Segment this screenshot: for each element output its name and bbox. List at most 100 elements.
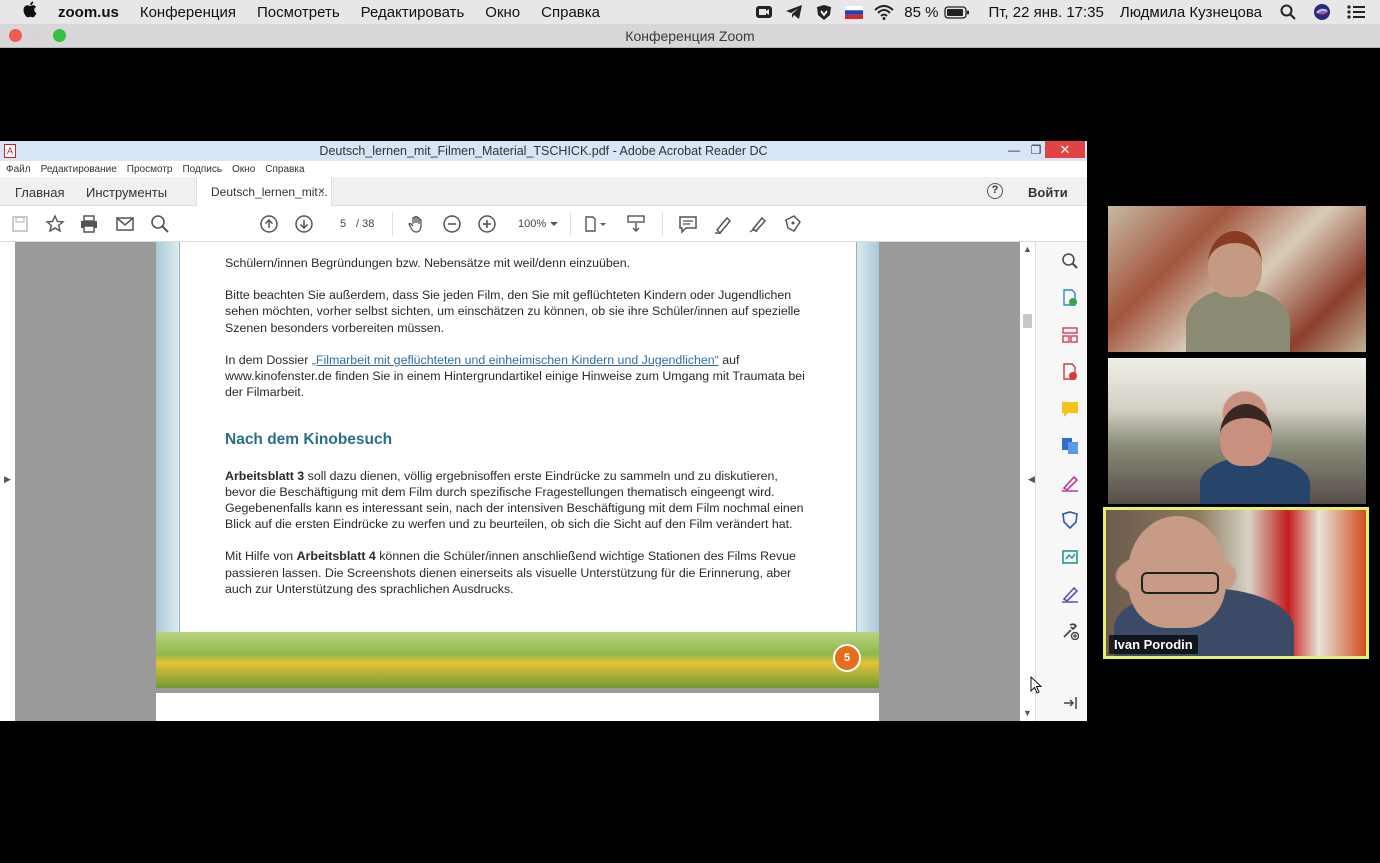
page-total-label: / 38 [356, 218, 375, 230]
telegram-icon[interactable] [784, 4, 804, 20]
menu-edit[interactable]: Редактировать [361, 4, 465, 21]
siri-icon[interactable] [1312, 4, 1332, 20]
help-icon[interactable]: ? [987, 183, 1003, 199]
paragraph: Arbeitsblatt 3 soll dazu dienen, völlig … [225, 468, 810, 533]
scroll-mode-icon[interactable] [626, 214, 646, 234]
wheat-field-footer [156, 632, 879, 688]
menu-help[interactable]: Справка [541, 4, 600, 21]
acrobat-menu-help[interactable]: Справка [265, 164, 304, 175]
hand-tool-icon[interactable] [407, 214, 427, 234]
signature-icon[interactable] [1060, 584, 1080, 604]
menu-view[interactable]: Посмотреть [257, 4, 340, 21]
app-menu-zoom[interactable]: zoom.us [58, 4, 119, 21]
menu-conference[interactable]: Конференция [140, 4, 236, 21]
toolbar-divider [570, 212, 571, 236]
zoom-out-icon[interactable] [442, 214, 462, 234]
highlight-pen-icon[interactable] [713, 214, 733, 234]
participant-face [1208, 231, 1262, 297]
fill-sign-icon[interactable] [1060, 473, 1080, 493]
comment-tool-icon[interactable] [1060, 399, 1080, 419]
acrobat-menu-view[interactable]: Просмотр [127, 164, 173, 175]
draw-icon[interactable] [748, 214, 768, 234]
battery-icon[interactable] [944, 4, 970, 20]
minimize-icon[interactable]: — [1006, 141, 1022, 159]
restore-icon[interactable]: ❐ [1028, 141, 1044, 159]
export-pdf-icon[interactable] [1060, 288, 1080, 308]
text-span: Mit Hilfe von [225, 549, 297, 564]
acrobat-menubar: Файл Редактирование Просмотр Подпись Окн… [0, 161, 1087, 177]
participant-video-active-speaker[interactable]: Ivan Porodin [1103, 507, 1369, 659]
organize-pages-icon[interactable] [1060, 325, 1080, 345]
wifi-icon[interactable] [874, 4, 894, 20]
tab-tools[interactable]: Инструменты [86, 185, 167, 200]
section-heading: Nach dem Kinobesuch [225, 431, 393, 449]
page-number-input[interactable] [328, 215, 358, 233]
dossier-link[interactable]: „Filmarbeit mit geflüchteten und einheim… [312, 353, 719, 367]
page-number-badge: 5 [833, 644, 861, 672]
participant-face [1220, 404, 1272, 466]
close-icon[interactable]: ✕ [1045, 141, 1085, 158]
find-icon[interactable] [150, 214, 170, 234]
collapse-right-panel-icon[interactable]: ◀ [1028, 474, 1035, 485]
left-panel-toggle[interactable]: ▶ [0, 242, 15, 721]
acrobat-menu-window[interactable]: Окно [232, 164, 255, 175]
participant-video-2[interactable] [1108, 358, 1366, 504]
glasses-icon [1141, 572, 1219, 594]
zoom-in-icon[interactable] [477, 214, 497, 234]
acrobat-document-area: ▶ Schülern/innen Begründungen bzw. Neben… [0, 242, 1087, 721]
tab-document[interactable]: Deutsch_lernen_mit... × [196, 177, 332, 206]
spotlight-search-icon[interactable] [1278, 4, 1298, 20]
vpn-shield-icon[interactable] [814, 4, 834, 20]
zoom-tray-icon[interactable] [754, 4, 774, 20]
tab-home[interactable]: Главная [15, 185, 64, 200]
create-pdf-icon[interactable] [1060, 362, 1080, 382]
tab-document-label: Deutsch_lernen_mit... [211, 185, 328, 199]
next-page-icon[interactable] [294, 214, 314, 234]
previous-page-icon[interactable] [259, 214, 279, 234]
menubar-datetime[interactable]: Пт, 22 янв. 17:35 [988, 4, 1103, 21]
acrobat-toolbar: / 38 100% [0, 206, 1087, 242]
sign-icon[interactable] [783, 214, 803, 234]
print-icon[interactable] [79, 214, 99, 234]
acrobat-tabbar: Главная Инструменты Deutsch_lernen_mit..… [0, 177, 1087, 206]
bold-text: Arbeitsblatt 4 [296, 549, 376, 564]
shared-screen-acrobat: A Deutsch_lernen_mit_Filmen_Material_TSC… [0, 141, 1087, 721]
page-display-icon[interactable] [584, 214, 610, 234]
expand-left-panel-icon[interactable]: ▶ [4, 474, 11, 485]
tab-close-icon[interactable]: × [318, 184, 325, 198]
combine-files-icon[interactable] [1060, 436, 1080, 456]
acrobat-menu-file[interactable]: Файл [6, 164, 31, 175]
save-icon[interactable] [10, 214, 30, 234]
participant-video-1[interactable] [1108, 206, 1366, 352]
bookmark-star-icon[interactable] [45, 214, 65, 234]
control-center-icon[interactable] [1346, 4, 1366, 20]
scroll-down-icon[interactable]: ▼ [1023, 708, 1032, 718]
paragraph: In dem Dossier „Filmarbeit mit geflüchte… [225, 352, 810, 401]
text-span: In dem Dossier [225, 352, 312, 367]
protect-shield-icon[interactable] [1060, 510, 1080, 530]
search-zoom-icon[interactable] [1060, 251, 1080, 271]
login-button[interactable]: Войти [1028, 185, 1068, 200]
email-icon[interactable] [115, 214, 135, 234]
scroll-up-icon[interactable]: ▲ [1023, 244, 1032, 254]
menubar-username[interactable]: Людмила Кузнецова [1120, 4, 1262, 21]
tools-right-panel: ◀ [1028, 242, 1087, 721]
acrobat-menu-sign[interactable]: Подпись [182, 164, 222, 175]
text-span: soll dazu dienen, völlig ergebnisoffen e… [225, 468, 804, 532]
zoom-level-select[interactable]: 100% [518, 218, 546, 230]
more-tools-icon[interactable] [1060, 621, 1080, 641]
scrollbar-thumb[interactable] [1023, 314, 1032, 328]
collapse-tools-pane-icon[interactable] [1060, 693, 1080, 713]
zoom-dropdown-chevron-icon[interactable] [548, 214, 560, 234]
apple-icon[interactable] [22, 1, 42, 23]
russian-flag-icon[interactable] [844, 4, 864, 20]
toolbar-divider [392, 212, 393, 236]
acrobat-menu-edit[interactable]: Редактирование [41, 164, 117, 175]
pdf-viewport[interactable]: Schülern/innen Begründungen bzw. Nebensä… [15, 242, 1020, 721]
send-for-review-icon[interactable] [1060, 547, 1080, 567]
acrobat-titlebar: A Deutsch_lernen_mit_Filmen_Material_TSC… [0, 141, 1087, 161]
paragraph: Schülern/innen Begründungen bzw. Nebensä… [225, 256, 631, 270]
menu-window[interactable]: Окно [485, 4, 520, 21]
participant-name-label: Ivan Porodin [1109, 635, 1198, 654]
comment-icon[interactable] [678, 214, 698, 234]
